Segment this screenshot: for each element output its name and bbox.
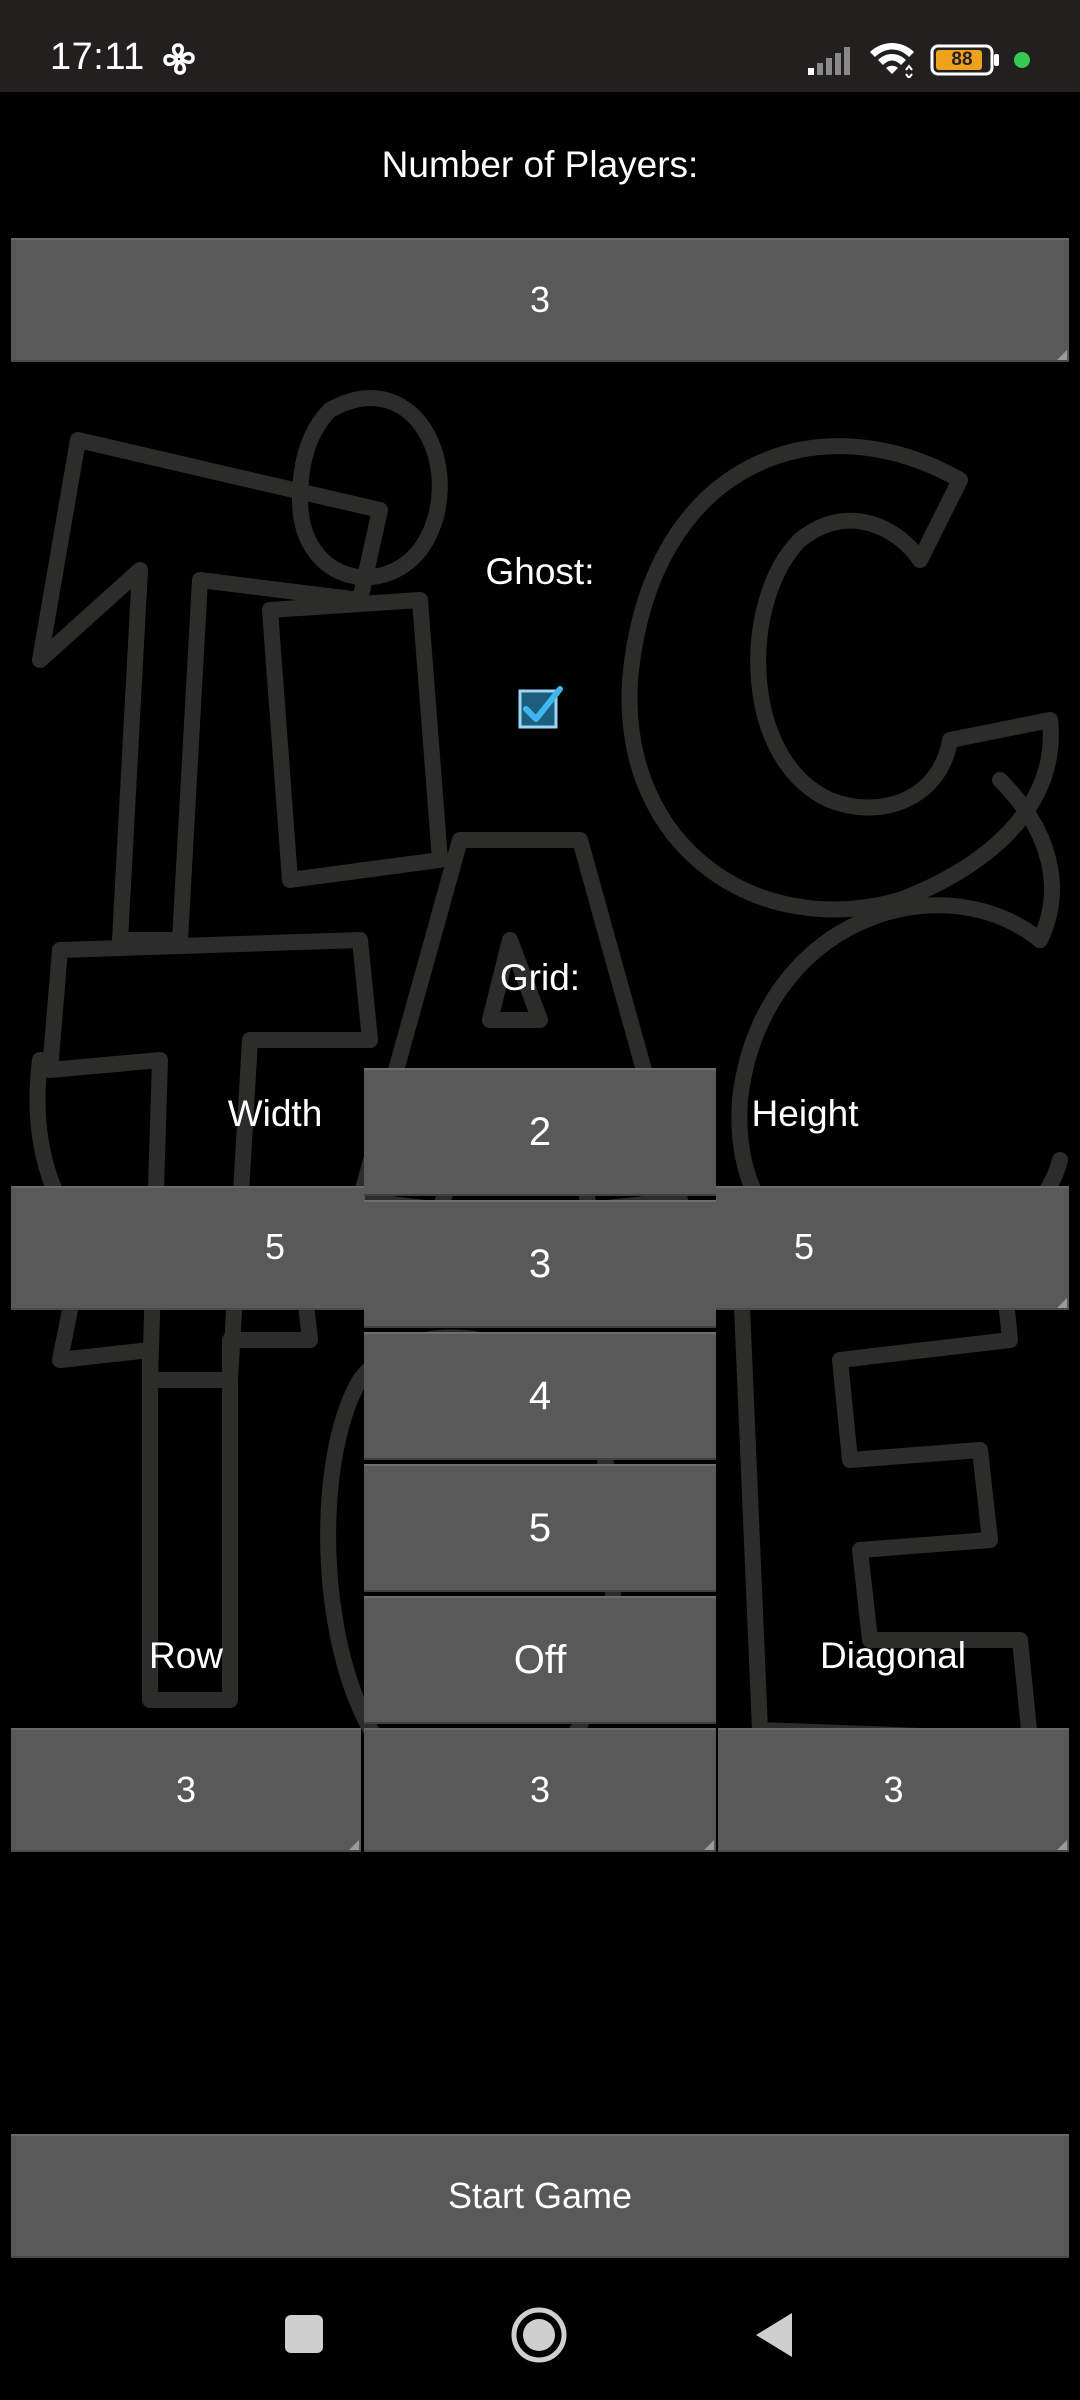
players-input[interactable]: 3	[11, 238, 1069, 362]
height-input[interactable]: 5	[716, 1186, 1069, 1310]
field-corner	[1057, 350, 1067, 360]
recents-icon[interactable]	[282, 2312, 326, 2356]
row-label: Row	[148, 1635, 224, 1676]
width-input[interactable]: 5	[11, 1186, 365, 1310]
grid-option[interactable]: Off	[364, 1596, 716, 1724]
diagonal-input[interactable]: 3	[718, 1728, 1069, 1852]
start-game-label: Start Game	[447, 2175, 633, 2216]
grid-option[interactable]: 4	[364, 1332, 716, 1460]
privacy-dot-icon	[1014, 52, 1030, 68]
wifi-icon	[870, 43, 914, 78]
ghost-checkbox[interactable]	[516, 683, 564, 731]
ghost-label: Ghost:	[485, 551, 595, 592]
players-value: 3	[529, 279, 551, 320]
diagonal-label: Diagonal	[819, 1635, 967, 1676]
width-value: 5	[265, 1226, 286, 1267]
grid-option-label: 2	[528, 1109, 552, 1154]
app-screen: 17:11 88 Number of Players: 3 Ghost: Gri…	[0, 0, 1080, 2400]
field-corner	[704, 1840, 714, 1850]
back-icon[interactable]	[752, 2310, 796, 2360]
grid-option-label: 5	[528, 1505, 552, 1550]
height-label: Height	[751, 1093, 859, 1134]
column-input[interactable]: 3	[364, 1728, 716, 1852]
navigation-bar	[0, 2280, 1080, 2400]
field-corner	[1057, 1298, 1067, 1308]
grid-label: Grid:	[499, 957, 581, 998]
players-label: Number of Players:	[381, 144, 699, 185]
diagonal-value: 3	[883, 1769, 904, 1810]
column-value: 3	[529, 1769, 551, 1810]
home-icon[interactable]	[510, 2306, 568, 2364]
grid-option[interactable]: 5	[364, 1464, 716, 1592]
grid-option-label: 3	[528, 1241, 552, 1286]
row-input[interactable]: 3	[11, 1728, 361, 1852]
grid-option-label: Off	[513, 1637, 567, 1682]
field-corner	[1057, 1840, 1067, 1850]
signal-icon	[808, 47, 850, 75]
battery-level: 88	[951, 49, 973, 70]
field-corner	[349, 1840, 359, 1850]
grid-option[interactable]: 3	[364, 1200, 716, 1328]
status-bar: 17:11 88	[0, 0, 1080, 92]
start-game-button[interactable]: Start Game	[11, 2134, 1069, 2258]
status-time: 17:11	[50, 36, 145, 78]
grid-option-label: 4	[528, 1373, 552, 1418]
grid-option[interactable]: 2	[364, 1068, 716, 1196]
fan-icon	[163, 43, 195, 75]
row-value: 3	[175, 1769, 197, 1810]
height-value: 5	[794, 1226, 815, 1267]
width-label: Width	[227, 1093, 323, 1134]
